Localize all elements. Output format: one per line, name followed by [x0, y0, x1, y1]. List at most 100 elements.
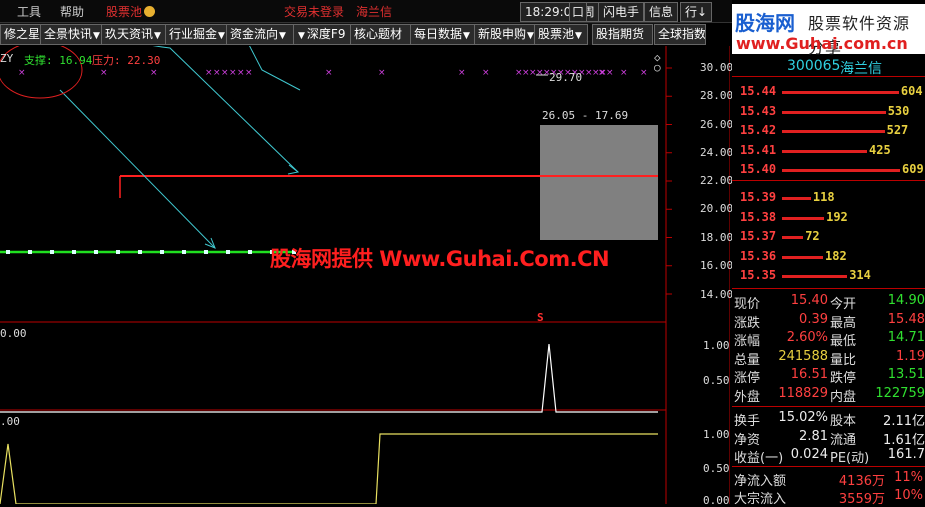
bid-row[interactable]: 15.36 182	[732, 249, 925, 265]
ask-volume-bar	[782, 130, 885, 133]
menu-stock-pool[interactable]: 股票池	[106, 3, 156, 20]
support-dot	[6, 250, 10, 254]
bid-row[interactable]: 15.39 118	[732, 190, 925, 206]
ask-row[interactable]: 15.44 604	[732, 84, 925, 100]
ask-price: 15.42	[740, 123, 777, 137]
info-button[interactable]: 信息	[644, 2, 679, 22]
chevron-down-icon: ▼	[575, 31, 582, 41]
stat-value: 2.11亿	[883, 414, 925, 429]
toolbar-industry[interactable]: 行业掘金▼	[165, 24, 228, 45]
stat-label: 换手	[734, 414, 761, 429]
flow-label: 净流入额	[734, 474, 787, 489]
brand-logo: 股海网	[735, 11, 795, 35]
toolbar-futures[interactable]: 股指期货	[592, 24, 653, 45]
signal-marker: ×	[205, 68, 213, 78]
stat-value: 0.39	[799, 311, 828, 327]
bid-volume-bar	[782, 216, 825, 220]
support-dot	[182, 250, 186, 254]
toolbar-ipo-label: 新股申购	[478, 27, 527, 41]
p3-tick: 0.50	[703, 462, 730, 475]
watermark: 股海网提供 Www.Guhai.Com.CN	[270, 247, 610, 271]
bid-row[interactable]: 15.35 314	[732, 268, 925, 284]
y-tick: 18.00	[700, 231, 734, 244]
support-dot	[94, 250, 98, 254]
stock-code: 300065	[787, 58, 841, 74]
stat-label: 今开	[830, 297, 857, 312]
y-tick: 24.00	[700, 146, 734, 159]
chart-collapse-icon[interactable]: ○	[654, 61, 661, 74]
stock-pool-label: 股票池	[106, 5, 143, 19]
stat-label: PE(动)	[830, 451, 870, 466]
signal-marker: ×	[229, 68, 237, 78]
p3-tick: 0.00	[703, 494, 730, 507]
toolbar-fundflow[interactable]: 资金流向▼	[226, 24, 295, 45]
stat-label: 量比	[830, 352, 857, 368]
flow-divider	[732, 466, 925, 467]
signal-marker: ×	[150, 68, 158, 78]
stat-value: 15.40	[790, 293, 828, 308]
toolbar-theme[interactable]: 核心题材	[350, 24, 414, 45]
toolbar-star[interactable]: 修之星▼	[0, 24, 42, 45]
stat-value: 122759	[875, 385, 925, 401]
stat-value: 13.51	[887, 367, 925, 382]
flow-percent: 10%	[894, 488, 923, 503]
stat-label: 最高	[830, 315, 857, 331]
stock-name: 海兰信	[840, 61, 882, 77]
toolbar-info[interactable]: 玖天资讯▼	[101, 24, 167, 45]
toolbar-pool-label: 股票池	[538, 27, 575, 41]
toolbar-f9[interactable]: ▼ 深度F9	[293, 24, 351, 45]
ask-volume-bar	[782, 110, 886, 114]
signal-marker: ×	[640, 68, 648, 78]
ask-volume: 609	[902, 162, 924, 176]
bid-volume-bar	[782, 197, 811, 200]
signal-marker: ×	[100, 68, 108, 78]
toolbar-info-label: 玖天资讯	[105, 27, 154, 41]
toolbar-ipo[interactable]: 新股申购▼	[474, 24, 538, 45]
ask-row[interactable]: 15.43 530	[732, 104, 925, 120]
stat-label: 内盘	[830, 389, 857, 405]
toolbar-global[interactable]: 全球指数	[654, 24, 706, 45]
window-button[interactable]: 口	[569, 2, 588, 22]
projection-box	[540, 125, 658, 240]
more-button[interactable]: 行↓	[680, 2, 713, 22]
bid-price: 15.39	[740, 190, 777, 204]
stat-value: 14.71	[887, 330, 925, 345]
bid-volume: 182	[825, 248, 847, 263]
flow-label: 大宗流入	[734, 492, 787, 507]
bid-row[interactable]: 15.38 192	[732, 210, 925, 226]
chevron-down-icon: ▼	[154, 31, 161, 41]
ask-volume-bar	[782, 169, 900, 172]
bid-price: 15.35	[740, 268, 777, 282]
bid-volume-bar	[782, 236, 804, 239]
p2-tick: 0.50	[703, 374, 730, 387]
ask-row[interactable]: 15.42 527	[732, 123, 925, 139]
y-tick: 16.00	[700, 259, 734, 272]
quote-panel: 股海网 股票软件资源分享 www.Guhai.com.cn 300065 海兰信…	[732, 0, 925, 507]
support-label: 支撑: 16.94	[24, 54, 93, 67]
signal-marker: ×	[458, 68, 466, 78]
ask-row[interactable]: 15.40 609	[732, 162, 925, 178]
sell-marker: S	[537, 311, 544, 324]
menu-help[interactable]: 帮助	[60, 3, 84, 20]
toolbar-pool[interactable]: 股票池▼	[534, 24, 588, 45]
stat-value: 2.60%	[786, 330, 828, 345]
stat-label: 净资	[734, 432, 761, 448]
bid-volume: 314	[849, 268, 871, 282]
bid-row[interactable]: 15.37 72	[732, 229, 925, 245]
toolbar: 修之星▼ 全景快讯▼ 玖天资讯▼ 行业掘金▼ 资金流向▼ ▼深度F9 核心题材 …	[0, 23, 706, 45]
trade-status[interactable]: 交易未登录	[284, 3, 344, 20]
clock: 18:29:06 周	[520, 2, 600, 22]
toolbar-daily[interactable]: 每日数据▼	[410, 24, 478, 45]
stat-label: 外盘	[734, 389, 761, 405]
bid-volume: 192	[826, 209, 848, 224]
menu-tools[interactable]: 工具	[17, 3, 41, 20]
support-dot	[226, 250, 230, 254]
stock-title: 海兰信	[356, 5, 393, 19]
toolbar-news[interactable]: 全景快讯▼	[40, 24, 103, 45]
ask-row[interactable]: 15.41 425	[732, 143, 925, 159]
flash-trade-button[interactable]: 闪电手	[598, 2, 645, 22]
y-tick: 30.00	[700, 61, 734, 74]
stat-value: 1.19	[896, 348, 925, 364]
bid-price: 15.36	[740, 248, 777, 263]
ask-volume-bar	[782, 91, 899, 94]
